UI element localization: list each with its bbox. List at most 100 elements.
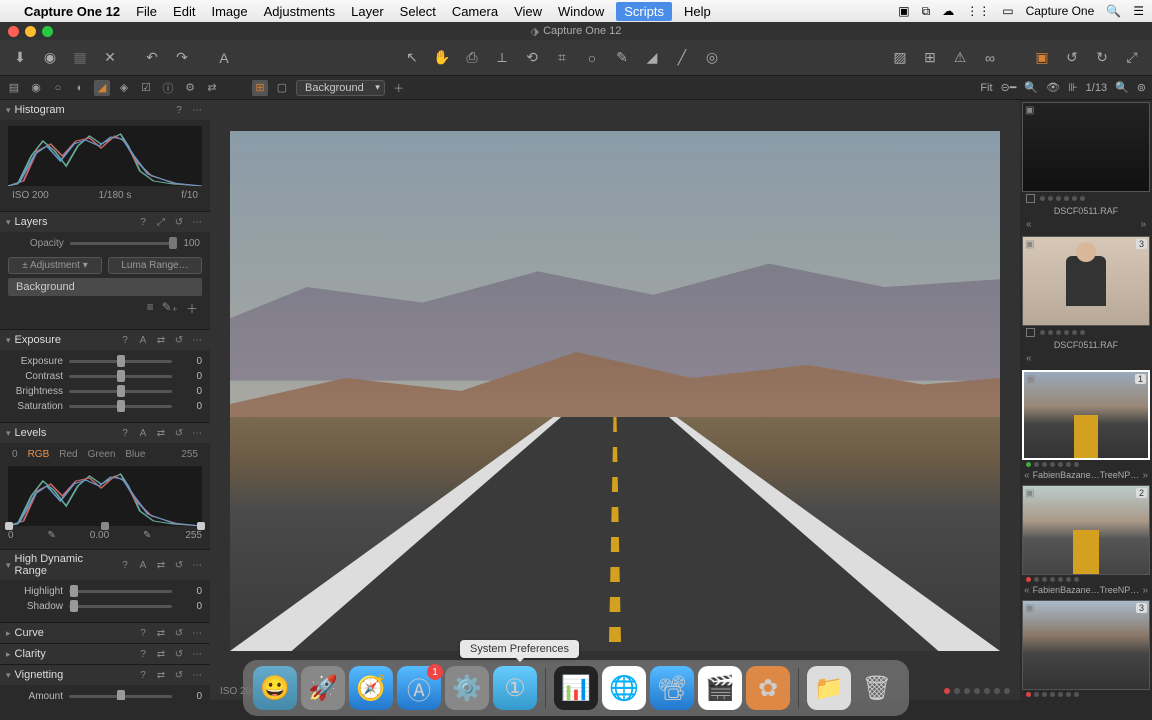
- chevron-down-icon[interactable]: ▾: [6, 428, 11, 439]
- menu-select[interactable]: Select: [400, 4, 436, 19]
- exposure-slider[interactable]: [69, 360, 172, 363]
- menu-view[interactable]: View: [514, 4, 542, 19]
- slider-icon[interactable]: ⊪: [1068, 81, 1078, 94]
- menu-adjustments[interactable]: Adjustments: [264, 4, 336, 19]
- luma-range-button[interactable]: Luma Range…: [108, 257, 202, 274]
- auto-icon[interactable]: A: [136, 426, 150, 440]
- help-icon[interactable]: ?: [136, 215, 150, 229]
- levels-mid-value[interactable]: 0.00: [90, 530, 109, 541]
- eraser-tool-icon[interactable]: ◢: [642, 48, 662, 68]
- levels-handle-mid[interactable]: [101, 522, 109, 530]
- color-tag-dot[interactable]: [954, 688, 960, 694]
- next-variant-icon[interactable]: »: [1140, 219, 1146, 230]
- zoom-search-icon[interactable]: 🔍: [1024, 81, 1038, 94]
- more-icon[interactable]: ⋯: [190, 103, 204, 117]
- more-icon[interactable]: ⋯: [190, 215, 204, 229]
- brush-tool-icon[interactable]: ✎: [612, 48, 632, 68]
- dock-safari-icon[interactable]: 🧭: [349, 666, 393, 710]
- next-variant-icon[interactable]: »: [1140, 470, 1150, 481]
- cursor-tool-icon[interactable]: ↖: [402, 48, 422, 68]
- prev-variant-icon[interactable]: «: [1022, 700, 1032, 701]
- help-icon[interactable]: ?: [118, 333, 132, 347]
- levels-handle-black[interactable]: [5, 522, 13, 530]
- prev-variant-icon[interactable]: «: [1026, 353, 1032, 364]
- wifi-icon[interactable]: ⋮⋮: [966, 4, 990, 18]
- menu-window[interactable]: Window: [558, 4, 604, 19]
- highlight-value[interactable]: 0: [178, 586, 202, 597]
- thumbnail-item[interactable]: ▣3 «FabienBazane…TreeNP-5.eip: [1022, 600, 1150, 700]
- menu-image[interactable]: Image: [211, 4, 247, 19]
- dock-folder-icon[interactable]: 📁: [807, 666, 851, 710]
- chevron-right-icon[interactable]: ▸: [6, 628, 11, 639]
- levels-tab-rgb[interactable]: RGB: [28, 449, 50, 460]
- expand-icon[interactable]: ⤢: [1122, 48, 1142, 68]
- levels-graph[interactable]: [8, 466, 202, 526]
- more-icon[interactable]: ⋯: [190, 558, 204, 572]
- chevron-right-icon[interactable]: ▸: [6, 649, 11, 660]
- tab-adjustments-icon[interactable]: ☑: [138, 80, 154, 96]
- menubar-right-app[interactable]: Capture One: [1026, 4, 1095, 18]
- copy-icon[interactable]: ⇄: [154, 626, 168, 640]
- preview-icon[interactable]: 👁: [1046, 81, 1060, 94]
- contrast-slider[interactable]: [69, 375, 172, 378]
- more-icon[interactable]: ⋯: [190, 626, 204, 640]
- tab-exposure-icon[interactable]: ◢: [94, 80, 110, 96]
- dock-chrome-icon[interactable]: 🌐: [602, 666, 646, 710]
- copy-icon[interactable]: ⇄: [154, 668, 168, 682]
- print-tool-icon[interactable]: ⎙: [462, 48, 482, 68]
- thumbnail-item[interactable]: ▣ DSCF0511.RAF «»: [1022, 102, 1150, 232]
- reset-icon[interactable]: ↺: [172, 647, 186, 661]
- chevron-down-icon[interactable]: ▾: [6, 105, 11, 116]
- cancel-icon[interactable]: ✕: [100, 48, 120, 68]
- color-tag-dot[interactable]: [974, 688, 980, 694]
- dock-capture-one-icon[interactable]: ①: [493, 666, 537, 710]
- viewer-canvas[interactable]: [210, 100, 1020, 682]
- thumbnail-item[interactable]: ▣2 «FabienBazane…TreeNP-5.eip»: [1022, 485, 1150, 596]
- dock-app-icon[interactable]: ✿: [746, 666, 790, 710]
- shadow-slider[interactable]: [69, 605, 172, 608]
- brightness-value[interactable]: 0: [178, 386, 202, 397]
- contrast-value[interactable]: 0: [178, 371, 202, 382]
- dock-finder-icon[interactable]: 😀: [253, 666, 297, 710]
- reset-icon[interactable]: ↺: [172, 333, 186, 347]
- help-icon[interactable]: ?: [118, 426, 132, 440]
- color-tag-red[interactable]: [1026, 577, 1031, 582]
- more-icon[interactable]: ⋯: [190, 668, 204, 682]
- help-icon[interactable]: ?: [136, 647, 150, 661]
- import-icon[interactable]: ⬇: [10, 48, 30, 68]
- reset-icon[interactable]: ↺: [172, 558, 186, 572]
- levels-tab-0[interactable]: 0: [12, 449, 18, 460]
- thumbnail-item[interactable]: ▣1 «FabienBazane…TreeNP-5.eip»: [1022, 370, 1150, 481]
- tab-capture-icon[interactable]: ◉: [28, 80, 44, 96]
- dropbox-icon[interactable]: ⧉: [922, 4, 931, 19]
- tab-library-icon[interactable]: ▤: [6, 80, 22, 96]
- chevron-down-icon[interactable]: ▾: [6, 670, 11, 681]
- annotate-icon[interactable]: A: [214, 48, 234, 68]
- chevron-down-icon[interactable]: ▾: [6, 217, 11, 228]
- highlight-slider[interactable]: [69, 590, 172, 593]
- menu-layer[interactable]: Layer: [351, 4, 384, 19]
- menu-edit[interactable]: Edit: [173, 4, 195, 19]
- dock-launchpad-icon[interactable]: 🚀: [301, 666, 345, 710]
- keystone-tool-icon[interactable]: ⌗: [552, 48, 572, 68]
- tab-details-icon[interactable]: ◈: [116, 80, 132, 96]
- layer-brush-icon[interactable]: ✎₊: [162, 300, 178, 317]
- select-checkbox[interactable]: [1026, 328, 1035, 337]
- copy-icon[interactable]: ⇄: [154, 647, 168, 661]
- color-tag-dot[interactable]: [994, 688, 1000, 694]
- dock-appstore-icon[interactable]: Ⓐ1: [397, 666, 441, 710]
- hand-tool-icon[interactable]: ✋: [432, 48, 452, 68]
- levels-handle-white[interactable]: [197, 522, 205, 530]
- layer-background[interactable]: Background: [8, 278, 202, 296]
- tab-output-icon[interactable]: ⚙: [182, 80, 198, 96]
- color-tag-dot[interactable]: [964, 688, 970, 694]
- zoom-fit-label[interactable]: Fit: [980, 82, 992, 94]
- minimize-window-button[interactable]: [25, 26, 36, 37]
- help-icon[interactable]: ?: [172, 103, 186, 117]
- prev-variant-icon[interactable]: «: [1022, 470, 1032, 481]
- search-icon[interactable]: 🔍: [1106, 4, 1121, 18]
- process-icon[interactable]: ▣: [1032, 48, 1052, 68]
- undo-icon[interactable]: ↶: [142, 48, 162, 68]
- help-icon[interactable]: ?: [136, 626, 150, 640]
- reset-icon[interactable]: ↺: [172, 626, 186, 640]
